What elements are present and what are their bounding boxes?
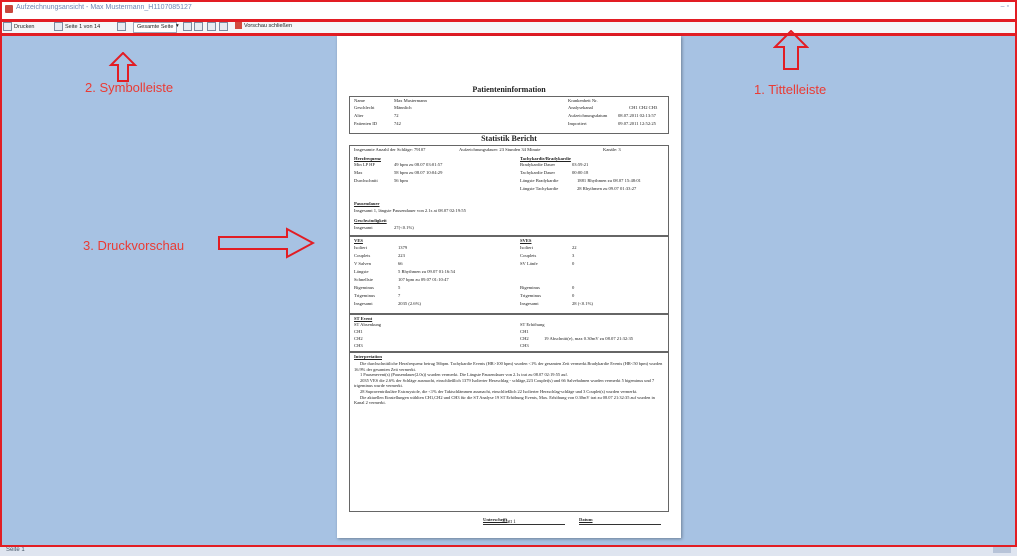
speed-heading: Geschwindigkeit (354, 218, 387, 223)
toolbar-arrow (108, 52, 138, 82)
heart-rate-box: Insgesamte Anzahl der Schläge: 79107 Auf… (349, 145, 669, 236)
ves-heading: VES (354, 238, 363, 243)
titlebar-label: 1. Tittelleiste (754, 82, 827, 97)
preview-arrow (218, 227, 315, 259)
print-preview-page: Patienteninformation Name Max Mustermann… (337, 36, 681, 538)
zoom-slider[interactable] (993, 547, 1011, 553)
preview-label: 3. Druckvorschau (83, 238, 185, 253)
st-event-box: ST Event ST Absenkung CH1 CH2 CH3 ST Erh… (349, 314, 669, 352)
toolbar-label: 2. Symbolleiste (85, 80, 174, 95)
toolbar-highlight (0, 20, 1017, 35)
patient-info-box: Name Max Mustermann Geschlecht Männlich … (349, 96, 669, 134)
interpretation-heading: Interpretation (354, 354, 382, 359)
titlebar-highlight (0, 0, 1017, 21)
statistics-title: Statistik Bericht (481, 134, 537, 143)
interpretation-box: Interpretation Die durchschnittliche Her… (349, 352, 669, 512)
interpretation-text: Die durchschnittliche Herzfrequenz betru… (354, 361, 663, 406)
page-footer: Blatt 1 (502, 520, 516, 525)
ves-box: VES Isoliert 1379 Couplets 223 V Salven … (349, 236, 669, 314)
titlebar-arrow (773, 30, 809, 70)
patient-info-title: Patienteninformation (472, 85, 546, 94)
pause-heading: Pausendauer (354, 201, 380, 206)
sves-heading: SVES (520, 238, 532, 243)
